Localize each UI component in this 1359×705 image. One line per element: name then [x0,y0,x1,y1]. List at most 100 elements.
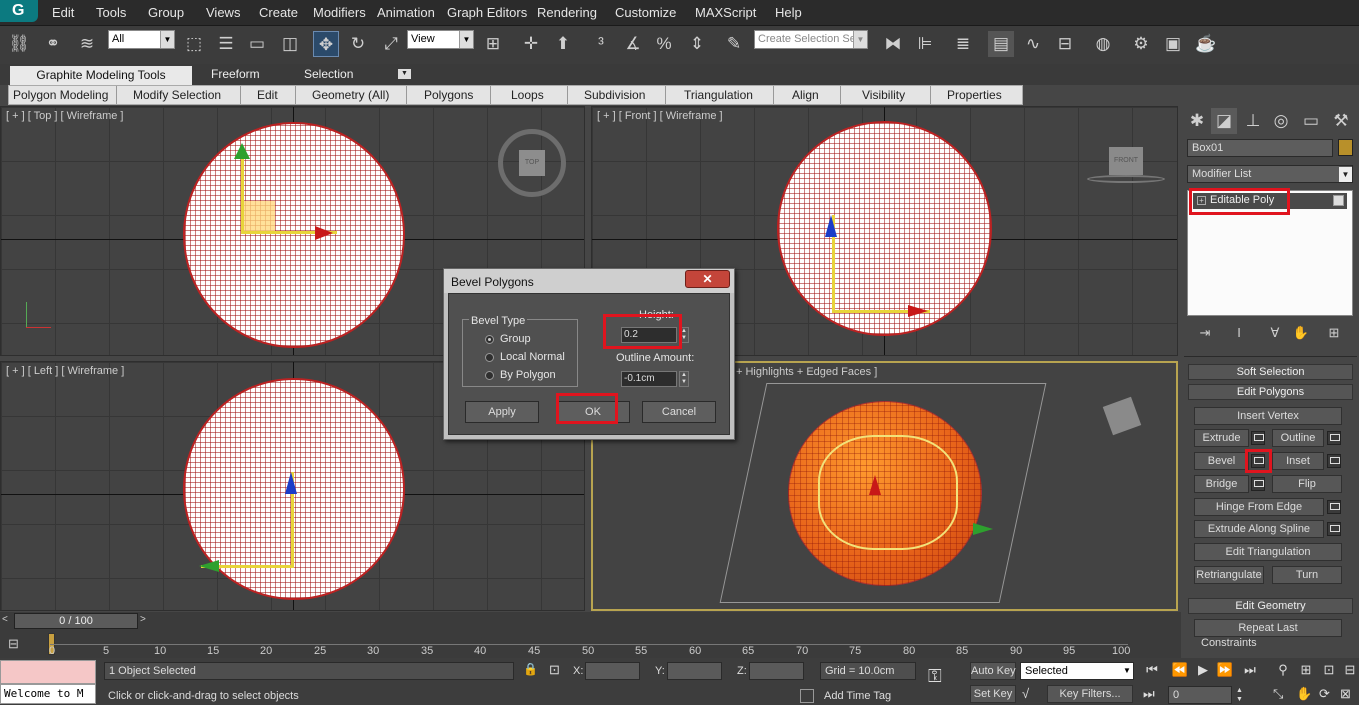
move-icon[interactable]: ✥ [313,31,339,57]
make-unique-icon[interactable]: ∀ [1262,320,1288,346]
outline-button[interactable]: Outline [1272,429,1324,447]
ribbon-properties[interactable]: Properties [947,88,1002,102]
motion-tab-icon[interactable]: ◎ [1268,108,1294,134]
menu-modifiers[interactable]: Modifiers [313,5,366,20]
current-frame-input[interactable]: 0 [1168,686,1232,704]
dialog-close-button[interactable]: ✕ [685,270,730,288]
window-crossing-icon[interactable]: ◫ [277,31,303,57]
repeat-last-button[interactable]: Repeat Last [1194,619,1342,637]
stack-toggle-icon[interactable] [1333,195,1344,206]
layer-manager-icon[interactable]: ≣ [950,31,976,57]
render-teapot-icon[interactable]: ☕ [1193,31,1219,57]
bevel-button[interactable]: Bevel [1194,452,1249,470]
maxscript-listener-pink[interactable] [0,660,96,684]
chevron-down-icon[interactable]: ▼ [1339,167,1352,182]
radio-local-normal[interactable] [485,353,494,362]
tab-graphite-modeling-tools[interactable]: Graphite Modeling Tools [10,66,192,85]
tab-freeform[interactable]: Freeform [211,67,260,81]
rotate-icon[interactable]: ↻ [345,31,371,57]
maximize-viewport-icon[interactable]: ⊠ [1340,686,1358,704]
graphite-toggle-icon[interactable]: ▤ [988,31,1014,57]
hinge-settings-icon[interactable] [1327,500,1341,514]
key-icon[interactable]: ⚿ [928,666,958,692]
ref-coord-dropdown[interactable]: View ▼ [407,30,474,49]
z-coordinate-input[interactable] [749,662,804,680]
y-coordinate-input[interactable] [667,662,722,680]
menu-tools[interactable]: Tools [96,5,126,20]
field-of-view-icon[interactable]: ⤡ [1273,686,1291,704]
x-coordinate-input[interactable] [585,662,640,680]
next-frame-arrow-icon[interactable]: > [140,614,151,628]
ribbon-loops[interactable]: Loops [511,88,544,102]
link-icon[interactable]: ⛓ [6,31,32,57]
viewcube-front-icon[interactable]: FRONT [1109,147,1143,175]
prev-frame-arrow-icon[interactable]: < [2,614,13,628]
render-setup-icon[interactable]: ⚙ [1128,31,1154,57]
selection-filter-dropdown[interactable]: All ▼ [108,30,175,49]
material-editor-icon[interactable]: ◍ [1090,31,1116,57]
stack-item-editable-poly[interactable]: Editable Poly [1210,194,1274,206]
expand-plus-icon[interactable]: + [1197,196,1206,205]
apply-button[interactable]: Apply [465,401,539,423]
pan-icon[interactable]: ✋ [1296,686,1314,704]
mirror-icon[interactable]: ⧓ [880,31,906,57]
bind-spacewarp-icon[interactable]: ≋ [74,31,100,57]
menu-maxscript[interactable]: MAXScript [695,5,756,20]
menu-create[interactable]: Create [259,5,298,20]
extrude-button[interactable]: Extrude [1194,429,1249,447]
rect-selection-icon[interactable]: ▭ [244,31,270,57]
absolute-mode-icon[interactable]: ⊡ [549,662,565,680]
angle-snap-icon[interactable]: ∡ [620,31,646,57]
cancel-button[interactable]: Cancel [642,401,716,423]
bridge-settings-icon[interactable] [1251,477,1265,491]
select-by-name-icon[interactable]: ☰ [213,31,239,57]
viewcube-face[interactable]: TOP [519,150,545,176]
key-filters-button[interactable]: Key Filters... [1047,685,1133,703]
ribbon-geometry-all[interactable]: Geometry (All) [312,88,389,102]
show-end-result-icon[interactable]: Ι [1226,320,1252,346]
ribbon-triangulation[interactable]: Triangulation [684,88,753,102]
bridge-button[interactable]: Bridge [1194,475,1249,493]
inset-settings-icon[interactable] [1327,454,1341,468]
ribbon-polygons[interactable]: Polygons [424,88,473,102]
inset-button[interactable]: Inset [1272,452,1324,470]
menu-group[interactable]: Group [148,5,184,20]
set-key-button[interactable]: Set Key [970,685,1016,703]
viewport-label[interactable]: + Highlights + Edged Faces ] [736,366,877,378]
rollout-soft-selection[interactable]: Soft Selection [1188,364,1353,380]
key-mode-toggle-icon[interactable]: ⏭ [1143,686,1163,704]
display-tab-icon[interactable]: ▭ [1298,108,1324,134]
utilities-tab-icon[interactable]: ⚒ [1328,108,1354,134]
outline-amount-input[interactable]: -0.1cm [621,371,677,387]
radio-by-polygon[interactable] [485,371,494,380]
pivot-center-icon[interactable]: ⊞ [480,31,506,57]
spinner-snap-icon[interactable]: ⇕ [684,31,710,57]
remove-modifier-icon[interactable]: ✋ [1288,320,1314,346]
configure-sets-icon[interactable]: ⊞ [1321,320,1347,346]
extrude-settings-icon[interactable] [1251,431,1265,445]
viewport-label[interactable]: [ + ] [ Front ] [ Wireframe ] [597,110,723,122]
edit-named-selection-icon[interactable]: ✎ [721,31,747,57]
viewport-label[interactable]: [ + ] [ Top ] [ Wireframe ] [6,110,123,122]
schematic-view-icon[interactable]: ⊟ [1052,31,1078,57]
mini-curve-editor-icon[interactable]: ⊟ [8,636,28,652]
extrude-along-spline-button[interactable]: Extrude Along Spline [1194,520,1324,538]
ribbon-subdivision[interactable]: Subdivision [584,88,645,102]
ribbon-align[interactable]: Align [792,88,819,102]
menu-help[interactable]: Help [775,5,802,20]
turn-button[interactable]: Turn [1272,566,1342,584]
add-time-tag-button[interactable]: Add Time Tag [820,688,916,705]
select-object-icon[interactable]: ⬚ [181,31,207,57]
time-slider[interactable]: 0 / 100 [14,613,138,629]
set-key-icon[interactable]: √ [1022,686,1042,704]
menu-edit[interactable]: Edit [52,5,74,20]
edit-triangulation-button[interactable]: Edit Triangulation [1194,543,1342,561]
zoom-extents-icon[interactable]: ⊡ [1319,662,1339,680]
lock-icon[interactable]: 🔒 [523,662,539,680]
zoom-icon[interactable]: ⚲ [1273,662,1293,680]
radio-local-normal-label[interactable]: Local Normal [500,351,565,363]
next-key-icon[interactable]: ⏩ [1215,662,1235,680]
viewport-label[interactable]: [ + ] [ Left ] [ Wireframe ] [6,365,124,377]
sphere-wireframe[interactable] [183,122,405,348]
go-to-start-icon[interactable]: ⏮ [1142,662,1162,680]
